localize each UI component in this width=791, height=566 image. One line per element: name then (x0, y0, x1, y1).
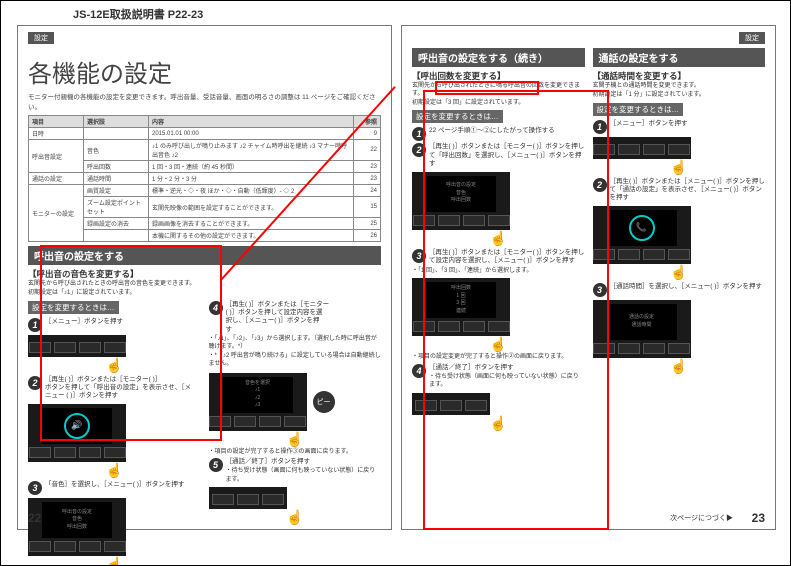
table-row: 呼出音設定音色♪1 のみ呼び出しが鳴り止みます ♪2 チャイム時呼出を継続 ♪3… (29, 140, 381, 161)
footer-note: ・項目の設定が完了すると操作③の画面に戻ります。 (209, 449, 382, 457)
subsection-bracket: 【呼出音の音色を変更する】 (28, 268, 381, 280)
page-title: 各機能の設定 (28, 54, 381, 89)
next-page-indicator: 次ページにつづく▶ (670, 513, 733, 523)
right-column: 通話の設定をする 【通話時間を変更する】 玄関子機との通話時間を変更できます。 … (593, 44, 766, 432)
step-number-icon: 1 (28, 318, 42, 332)
hand-pointer-icon: ☝ (593, 264, 766, 281)
device-illustration: 呼出音の設定音色呼出回数 (28, 498, 126, 556)
subsection-bracket: 【呼出回数を変更する】 (412, 70, 585, 82)
hw-button (54, 342, 76, 353)
device-illustration: 呼出音の設定音色呼出回数 (412, 172, 510, 230)
step-note: ・「♪1」、「♪2」、「♪3」から選択します。（選択した時に呼出音が聴けます。*… (209, 336, 382, 352)
step-note: ・*「♪2 呼出音が鳴り続ける」に設定している場合は自動継続しません。 (209, 353, 382, 369)
th: 選択肢 (84, 116, 149, 128)
hand-pointer-icon: ☝ (209, 509, 382, 526)
ribbon: 設定を変更するときは… (412, 110, 503, 123)
subsection-bracket: 【通話時間を変更する】 (593, 70, 766, 82)
section-tab: 設定 (739, 32, 765, 44)
hand-pointer-icon: ☝ (412, 415, 585, 432)
screen-menu: 音色を選択♪1♪2♪3 (245, 380, 270, 410)
left-column: 呼出音の設定をする（続き） 【呼出回数を変更する】 玄関先から呼び出されたときに… (412, 44, 585, 432)
hand-pointer-icon: ☝ (412, 336, 585, 353)
device-illustration (28, 335, 126, 357)
device-illustration: 音色を選択♪1♪2♪3 (209, 373, 307, 431)
page-22: 設定 各機能の設定 モニター付親機の各機能の設定を変更できます。呼出音量、受話音… (17, 25, 392, 530)
step-1: 1［メニュー］ボタンを押す (28, 318, 201, 332)
hand-pointer-icon: ☝ (593, 358, 766, 375)
ribbon: 設定を変更するときは… (593, 103, 684, 116)
step-3: 3［通話時間］を選択し、［メニュー( )］ボタンを押す (593, 283, 766, 297)
page-number: 23 (752, 511, 765, 525)
device-illustration (593, 137, 691, 159)
step-4: 4 ［通話／終了］ボタンを押す・待ち受け状態（画面に何も映っていない状態）に戻り… (412, 364, 585, 390)
table-row: モニターの設定画質設定標準・逆光・◇・夜 ほか・◇・自動（低輝度）- ◇ 224 (29, 185, 381, 197)
th: 内容 (149, 116, 354, 128)
screen-menu: 呼出音の設定音色呼出回数 (62, 509, 92, 532)
step-number-icon: 2 (28, 376, 42, 390)
step-3: 3「音色］を選択し、［メニュー( )］ボタンを押す (28, 481, 201, 495)
device-illustration: 呼出回数1 回3 回連続 (412, 278, 510, 336)
step-4: 4 ［再生( )］ボタンまたは［モニター( )］ボタンを押して設定内容を選択し、… (209, 301, 382, 335)
ribbon: 設定を変更するときは… (28, 301, 119, 314)
device-illustration: 🔊 (28, 404, 126, 462)
device-illustration: 通話の設定通話時間 (593, 300, 691, 358)
section-tab: 設定 (28, 32, 54, 44)
device-illustration: 📞 (593, 206, 691, 264)
beep-icon: ピー (313, 391, 335, 413)
device-illustration (209, 487, 287, 509)
section-bar: 呼出音の設定をする（続き） (412, 48, 585, 67)
speaker-icon: 🔊 (64, 413, 90, 439)
hand-pointer-icon: ☝ (28, 462, 201, 479)
desc: 玄関先から呼び出されたときの呼出音の音色を変更できます。 (28, 281, 381, 289)
step-1: 122 ページ手順①～②にしたがって操作する (412, 127, 585, 141)
desc: 初期設定は「♪1」に設定されています。 (28, 290, 381, 298)
manual-canvas: JS-12E取扱説明書 P22-23 設定 各機能の設定 モニター付親機の各機能… (0, 0, 791, 566)
page-number: 22 (28, 511, 41, 525)
page-subtitle: モニター付親機の各機能の設定を変更できます。呼出音量、受話音量、画面の明るさの調… (28, 91, 381, 111)
hand-pointer-icon: ☝ (209, 431, 382, 448)
table-row: 通話の設定通話時間1 分・2 分・3 分23 (29, 173, 381, 185)
step-number-icon: 4 (209, 301, 223, 315)
hw-button (79, 342, 101, 353)
right-column: 4 ［再生( )］ボタンまたは［モニター( )］ボタンを押して設定内容を選択し、… (209, 299, 382, 566)
hw-button (29, 342, 51, 353)
step-2: 2［再生( )］ボタンまたは［モニター( )］ボタンを押して「呼出回数」を選択し… (412, 143, 585, 168)
settings-table: 項目 選択肢 内容 参照 日時2015.01.01 00:009 呼出音設定音色… (28, 115, 381, 242)
doc-title: JS-12E取扱説明書 P22-23 (73, 6, 203, 22)
page-23: 設定 呼出音の設定をする（続き） 【呼出回数を変更する】 玄関先から呼び出された… (401, 25, 776, 530)
step-number-icon: 5 (209, 458, 223, 472)
table-row: 日時2015.01.01 00:009 (29, 128, 381, 140)
step-number-icon: 3 (28, 481, 42, 495)
phone-icon: 📞 (629, 215, 655, 241)
section-bar: 通話の設定をする (593, 48, 766, 67)
hand-pointer-icon: ☝ (28, 556, 201, 566)
left-column: 設定を変更するときは… 1［メニュー］ボタンを押す ☝ 2 ［再生( )］ボタン… (28, 299, 201, 566)
step-2: 2 ［再生( )］ボタンまたは［モニター( )］ ボタンを押して「呼出音の設定」… (28, 376, 201, 401)
hand-pointer-icon: ☝ (412, 230, 585, 247)
step-1: 1［メニュー］ボタンを押す (593, 120, 766, 134)
device-illustration (412, 393, 490, 415)
hw-button (104, 342, 126, 353)
th: 項目 (29, 116, 84, 128)
step-3: 3［再生( )］ボタンまたは［モニター( )］ボタンを押して設定内容を選択し、［… (412, 249, 585, 266)
hand-pointer-icon: ☝ (593, 159, 766, 176)
hand-pointer-icon: ☝ (28, 357, 201, 374)
step-2: 2［再生( )］ボタンまたは［メニュー( )］ボタンを押して「通話の設定」を表示… (593, 178, 766, 203)
section-bar: 呼出音の設定をする (28, 246, 381, 265)
step-5: 5 ［通話／終了］ボタンを押す・待ち受け状態（画面に何も映っていない状態）に戻り… (209, 458, 382, 484)
